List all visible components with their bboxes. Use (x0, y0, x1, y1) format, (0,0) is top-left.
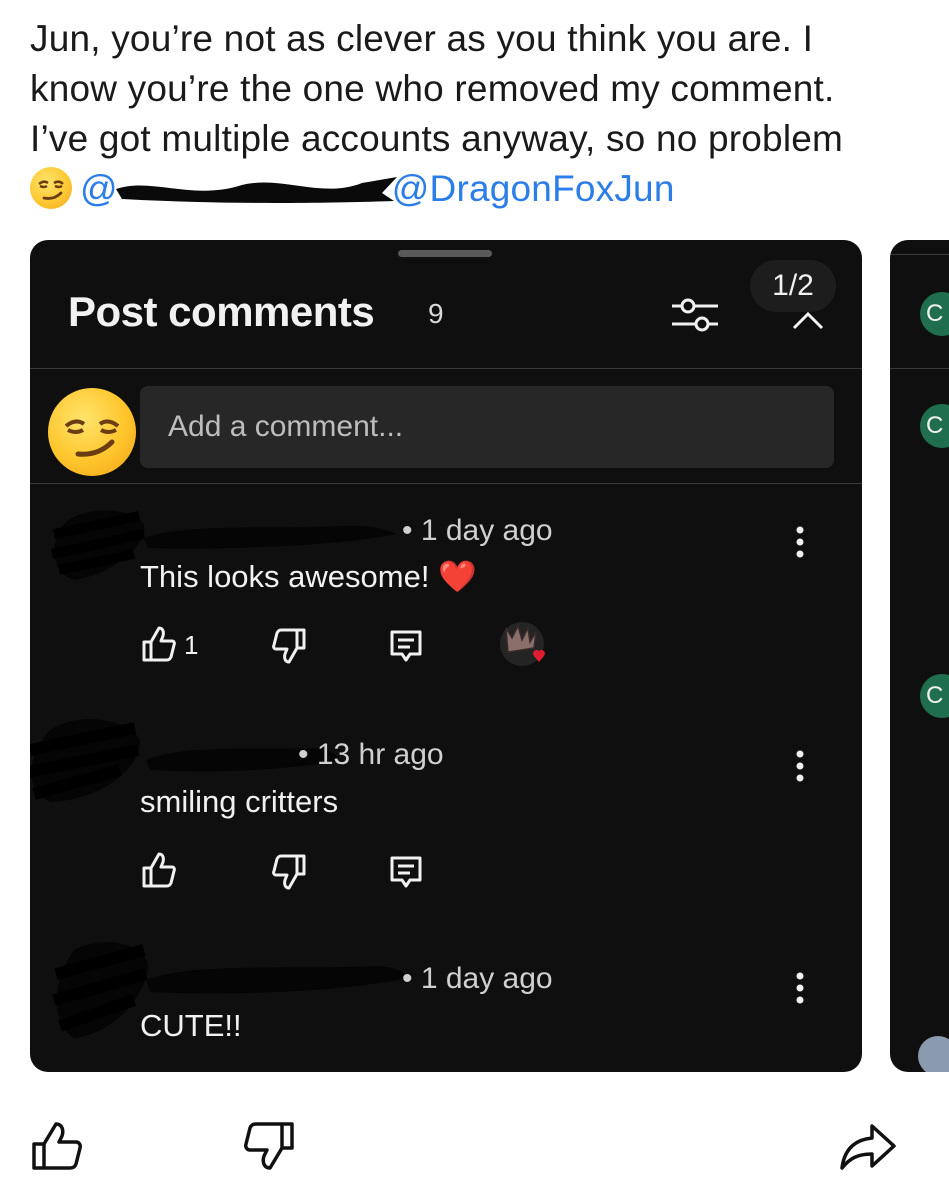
thumbs-up-icon[interactable] (138, 850, 178, 890)
share-icon[interactable] (838, 1118, 898, 1174)
thumbs-down-icon[interactable] (270, 626, 310, 666)
peek-avatar (918, 1036, 949, 1072)
comments-panel: Post comments 9 1/2 • 1 day ago (30, 240, 862, 1072)
peek-button[interactable]: C (920, 404, 949, 448)
more-options-icon[interactable] (790, 522, 810, 562)
comment-time: • 13 hr ago (298, 738, 444, 771)
peek-divider (890, 368, 949, 369)
comment-time: • 1 day ago (402, 514, 553, 547)
comment-body: CUTE!! (140, 1008, 242, 1043)
drag-handle[interactable] (398, 250, 492, 257)
thumbs-down-icon[interactable] (270, 852, 310, 892)
comment-count: 9 (428, 298, 444, 329)
reply-icon[interactable] (386, 852, 426, 892)
more-options-icon[interactable] (790, 968, 810, 1008)
panel-title: Post comments (68, 288, 375, 335)
comment-text: This looks awesome! ❤️ (140, 558, 477, 595)
next-panel-peek[interactable]: C C C (890, 240, 949, 1072)
mention-dragonfoxjun[interactable]: @DragonFoxJun (392, 168, 675, 209)
comment-body: smiling critters (140, 784, 339, 819)
peek-button[interactable]: C (920, 292, 949, 336)
filter-icon[interactable] (670, 292, 720, 338)
post-text: Jun, you’re not as clever as you think y… (30, 14, 920, 214)
header-divider (30, 368, 862, 369)
user-avatar[interactable] (48, 388, 136, 476)
post-dislike-icon[interactable] (240, 1118, 300, 1174)
smirking-face-icon (30, 167, 72, 209)
redacted-avatar (52, 942, 149, 1038)
post-line-4: @ @DragonFoxJun (30, 164, 920, 214)
like-count: 1 (184, 630, 199, 660)
red-heart-emoji: ❤️ (438, 559, 477, 594)
comment-time: • 1 day ago (402, 962, 553, 995)
post-line-1: Jun, you’re not as clever as you think y… (30, 18, 814, 59)
redacted-username (144, 525, 396, 549)
redacted-avatar (50, 510, 146, 580)
input-divider (30, 483, 862, 484)
peek-button[interactable]: C (920, 674, 949, 718)
peek-top-divider (890, 254, 949, 255)
add-comment-input[interactable] (140, 386, 834, 468)
comment-body: This looks awesome! (140, 559, 430, 594)
reply-icon[interactable] (386, 626, 426, 666)
more-options-icon[interactable] (790, 746, 810, 786)
redacted-username (146, 966, 408, 994)
redaction-scribble (115, 177, 397, 203)
redacted-avatar (30, 719, 140, 802)
post-line-3: I’ve got multiple accounts anyway, so no… (30, 118, 844, 159)
post-line-2: know you’re the one who removed my comme… (30, 68, 835, 109)
post-like-icon[interactable] (26, 1118, 86, 1174)
creator-heart-avatar (500, 622, 545, 666)
page-indicator: 1/2 (750, 260, 836, 312)
thumbs-up-icon[interactable] (138, 624, 178, 664)
